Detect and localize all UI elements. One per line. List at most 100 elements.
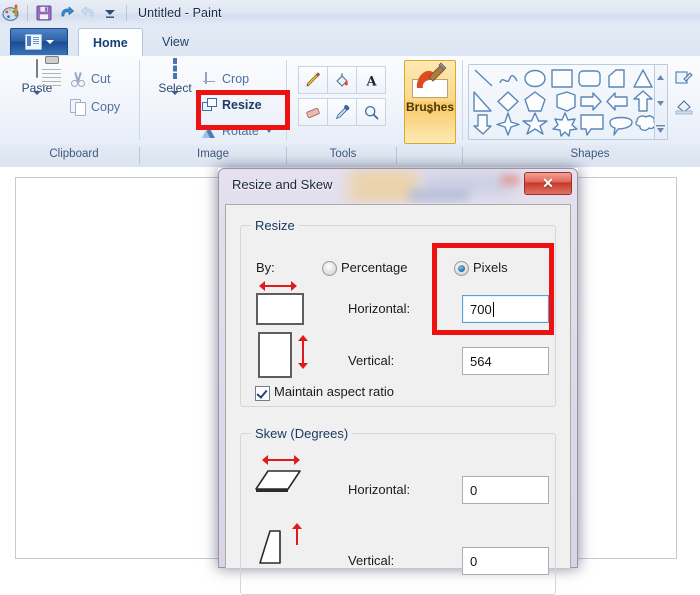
copy-label: Copy	[91, 100, 120, 114]
clipboard-icon	[36, 59, 38, 78]
resize-and-skew-dialog: Resize and Skew ✕ Resize By: Percentage …	[218, 168, 578, 568]
by-label: By:	[256, 260, 275, 275]
group-divider-2	[286, 60, 287, 140]
resize-vertical-value: 564	[470, 354, 492, 369]
dialog-title: Resize and Skew	[232, 177, 332, 192]
resize-horizontal-value: 700	[470, 302, 492, 317]
maintain-aspect-ratio-label[interactable]: Maintain aspect ratio	[274, 384, 394, 399]
chevron-down-icon	[33, 91, 41, 112]
skew-vertical-input[interactable]: 0	[462, 547, 549, 575]
skew-vertical-label: Vertical:	[348, 553, 394, 568]
resize-horizontal-input[interactable]: 700	[462, 295, 549, 323]
rotate-icon	[202, 124, 217, 138]
tab-home[interactable]: Home	[78, 28, 143, 58]
horizontal-arrow-icon	[259, 281, 297, 291]
skew-horizontal-arrow-icon	[262, 455, 300, 465]
pixels-label[interactable]: Pixels	[473, 260, 508, 275]
ribbon-group-labels: Clipboard Image Tools Shapes	[0, 145, 700, 168]
crop-button[interactable]: Crop	[202, 68, 249, 90]
brush-icon	[412, 79, 448, 98]
tools-grid: A	[298, 66, 386, 130]
horizontal-size-icon	[256, 293, 304, 325]
scroll-down-icon[interactable]	[656, 93, 665, 113]
skew-horizontal-input[interactable]: 0	[462, 476, 549, 504]
group-label-shapes: Shapes	[520, 148, 660, 160]
redo-icon[interactable]	[77, 3, 99, 23]
vertical-arrow-icon	[298, 335, 308, 369]
chevron-down-icon	[46, 40, 54, 44]
color-picker-icon[interactable]	[327, 98, 357, 126]
resize-vertical-input[interactable]: 564	[462, 347, 549, 375]
percentage-label[interactable]: Percentage	[341, 260, 408, 275]
crop-label: Crop	[222, 72, 249, 86]
file-menu-button[interactable]	[10, 28, 68, 55]
group-label-image: Image	[148, 148, 278, 160]
title-bar: Untitled - Paint	[0, 0, 700, 26]
scissors-icon	[70, 71, 86, 87]
fill-with-color-icon[interactable]	[327, 66, 357, 94]
group-divider-3	[462, 60, 463, 140]
close-icon[interactable]: ✕	[524, 172, 572, 195]
label-divider-2	[286, 147, 287, 164]
window-title: Untitled - Paint	[138, 6, 222, 20]
group-divider-1	[139, 60, 140, 140]
cut-label: Cut	[91, 72, 110, 86]
skew-horizontal-label: Horizontal:	[348, 482, 410, 497]
file-menu-icon	[25, 34, 42, 50]
text-tool-icon[interactable]: A	[356, 66, 386, 94]
svg-text:A: A	[365, 74, 377, 89]
chevron-down-icon	[266, 129, 272, 133]
save-icon[interactable]	[33, 3, 55, 23]
chevron-down-icon	[171, 91, 179, 112]
selection-rectangle-icon	[173, 58, 177, 79]
skew-vertical-arrow-icon	[292, 523, 302, 549]
copy-button[interactable]: Copy	[70, 96, 120, 118]
undo-icon[interactable]	[55, 3, 77, 23]
skew-group-label: Skew (Degrees)	[251, 426, 352, 441]
titlebar-separator-1	[27, 5, 28, 21]
ribbon-tab-strip: Home View	[0, 26, 700, 57]
vertical-size-icon	[258, 332, 292, 378]
maintain-aspect-ratio-checkbox[interactable]	[255, 386, 270, 401]
rotate-label: Rotate	[222, 124, 259, 138]
label-divider-1	[139, 147, 140, 164]
label-divider-3	[396, 147, 397, 164]
group-label-tools: Tools	[288, 148, 398, 160]
eraser-icon[interactable]	[298, 98, 328, 126]
resize-button[interactable]: Resize	[202, 94, 262, 116]
fill-icon[interactable]	[672, 92, 696, 120]
skew-vertical-icon	[258, 527, 288, 561]
ribbon-panel: Paste Cut Copy Select Crop Resize	[0, 56, 700, 146]
skew-horizontal-value: 0	[470, 483, 477, 498]
resize-icon	[202, 98, 217, 112]
paint-window: Untitled - Paint Home View Paste Cut Cop…	[0, 0, 700, 564]
cut-button[interactable]: Cut	[70, 68, 110, 90]
shapes-gallery[interactable]	[468, 64, 662, 140]
paint-palette-icon	[2, 3, 22, 23]
tab-view[interactable]: View	[148, 28, 203, 56]
paste-button[interactable]: Paste	[8, 60, 66, 142]
magnifier-icon[interactable]	[356, 98, 386, 126]
brushes-button[interactable]: Brushes	[404, 60, 456, 144]
outline-icon[interactable]	[672, 64, 696, 92]
skew-vertical-value: 0	[470, 554, 477, 569]
select-button[interactable]: Select	[150, 60, 200, 142]
pixels-radio[interactable]	[454, 261, 469, 276]
percentage-radio[interactable]	[322, 261, 337, 276]
resize-vertical-label: Vertical:	[348, 353, 394, 368]
shape-style-column	[672, 64, 696, 120]
dialog-body: Resize By: Percentage Pixels Horizontal:…	[225, 204, 571, 568]
resize-label: Resize	[222, 98, 262, 112]
copy-icon	[70, 99, 86, 115]
pencil-icon[interactable]	[298, 66, 328, 94]
skew-horizontal-icon	[254, 467, 300, 493]
label-divider-4	[462, 147, 463, 164]
expand-gallery-icon[interactable]	[656, 119, 665, 139]
group-label-clipboard: Clipboard	[14, 148, 134, 160]
rotate-button[interactable]: Rotate	[202, 120, 272, 142]
customize-qat-icon[interactable]	[99, 3, 121, 23]
scroll-up-icon[interactable]	[656, 67, 665, 87]
crop-icon	[202, 72, 217, 87]
shapes-scrollbar[interactable]	[654, 64, 668, 140]
resize-group-label: Resize	[251, 218, 299, 233]
